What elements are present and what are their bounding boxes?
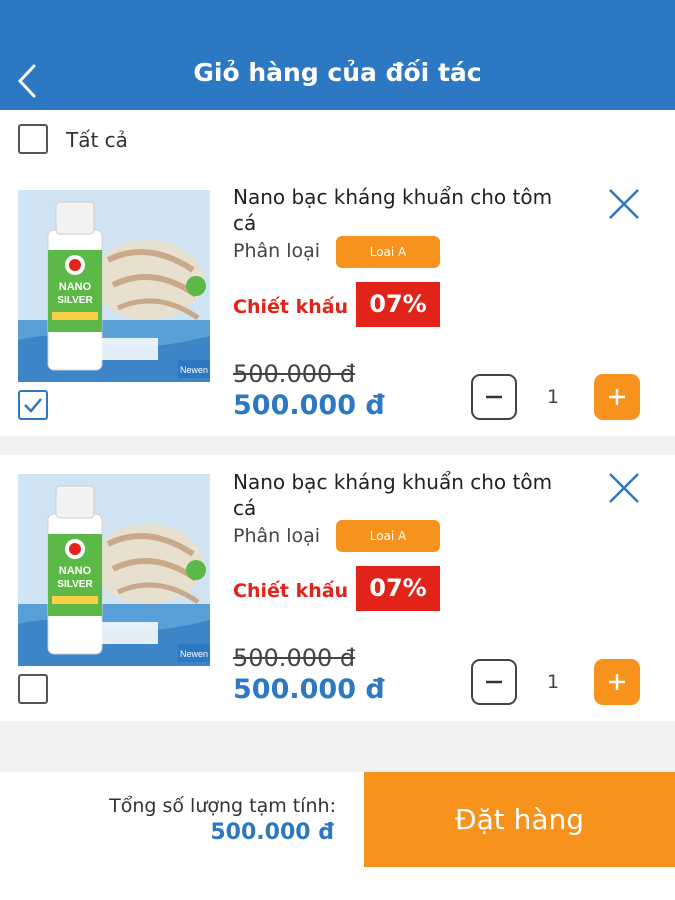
price-original: 500.000 đ <box>233 644 356 672</box>
total-value: 500.000 đ <box>210 820 334 845</box>
decrease-quantity-button[interactable] <box>471 374 517 420</box>
increase-quantity-button[interactable] <box>594 374 640 420</box>
price-current: 500.000 đ <box>233 674 385 705</box>
variant-badge[interactable]: Loai A <box>336 520 440 552</box>
increase-quantity-button[interactable] <box>594 659 640 705</box>
plus-icon <box>609 674 625 690</box>
quantity-value[interactable]: 1 <box>530 386 576 408</box>
discount-label: Chiết khấu <box>233 580 349 602</box>
place-order-button[interactable]: Đặt hàng <box>364 772 675 867</box>
minus-icon <box>486 680 502 684</box>
discount-badge: 07% <box>356 566 440 611</box>
page-title: Giỏ hàng của đối tác <box>193 58 482 87</box>
item-name: Nano bạc kháng khuẩn cho tôm cá <box>233 185 553 235</box>
footer-spacer <box>364 867 675 900</box>
variant-badge[interactable]: Loai A <box>336 236 440 268</box>
label-brand-bottom: SILVER <box>57 579 93 590</box>
variant-label: Phân loại <box>233 525 321 547</box>
plus-icon <box>609 389 625 405</box>
remove-item-button[interactable] <box>606 470 642 506</box>
product-image: NANO SILVER Newen <box>18 190 210 382</box>
price-current: 500.000 đ <box>233 390 385 421</box>
item-name: Nano bạc kháng khuẩn cho tôm cá <box>233 470 553 520</box>
label-brand-top: NANO <box>59 565 92 577</box>
check-icon <box>24 398 42 413</box>
label-corner: Newen <box>180 649 208 659</box>
app-header <box>0 0 675 110</box>
select-all-checkbox[interactable] <box>18 124 48 154</box>
item-checkbox[interactable] <box>18 390 48 420</box>
quantity-value[interactable]: 1 <box>530 671 576 693</box>
product-image: NANO SILVER Newen <box>18 474 210 666</box>
discount-label: Chiết khấu <box>233 296 349 318</box>
label-brand-top: NANO <box>59 281 92 293</box>
label-corner: Newen <box>180 365 208 375</box>
variant-label: Phân loại <box>233 240 321 262</box>
label-brand-bottom: SILVER <box>57 295 93 306</box>
decrease-quantity-button[interactable] <box>471 659 517 705</box>
total-label: Tổng số lượng tạm tính: <box>109 795 336 817</box>
item-checkbox[interactable] <box>18 674 48 704</box>
close-icon <box>609 473 639 503</box>
select-all-label: Tất cả <box>66 128 128 152</box>
discount-badge: 07% <box>356 282 440 327</box>
minus-icon <box>486 395 502 399</box>
close-icon <box>609 189 639 219</box>
price-original: 500.000 đ <box>233 360 356 388</box>
remove-item-button[interactable] <box>606 186 642 222</box>
